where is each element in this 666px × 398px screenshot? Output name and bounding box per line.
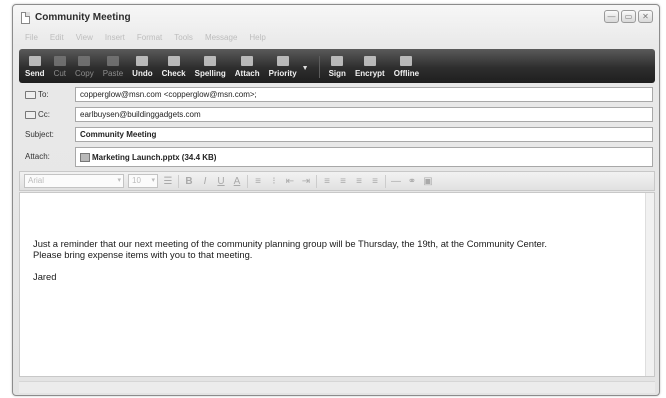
body-signoff: Jared xyxy=(33,271,57,282)
bullet-list-icon[interactable]: ⁝ xyxy=(268,176,280,187)
menu-edit[interactable]: Edit xyxy=(50,33,64,47)
priority-button[interactable]: Priority xyxy=(269,56,297,78)
cc-field[interactable]: earlbuysen@buildinggadgets.com xyxy=(75,107,653,122)
message-window: Community Meeting — ▭ ✕ File Edit View I… xyxy=(12,4,660,396)
format-separator xyxy=(247,174,248,188)
toolbar: Send Cut Copy Paste Undo Check Spelling xyxy=(19,49,655,83)
title-bar: Community Meeting — ▭ ✕ xyxy=(13,5,659,31)
menu-help[interactable]: Help xyxy=(249,33,265,47)
to-button[interactable]: To: xyxy=(25,90,49,99)
body-line-2: Please bring expense items with you to t… xyxy=(33,249,253,260)
powerpoint-file-icon xyxy=(80,153,90,162)
encrypt-icon xyxy=(363,56,376,66)
decrease-indent-icon[interactable]: ⇤ xyxy=(284,176,296,187)
format-separator xyxy=(385,174,386,188)
offline-button[interactable]: Offline xyxy=(394,56,419,78)
message-body[interactable]: Just a reminder that our next meeting of… xyxy=(19,192,655,377)
formatting-toolbar: Arial 10 ☰ B I U A ≡ ⁝ ⇤ ⇥ ≡ ≡ ≡ ≡ — ⚭ ▣ xyxy=(19,171,655,191)
window-title: Community Meeting xyxy=(35,12,131,23)
subject-field[interactable]: Community Meeting xyxy=(75,127,653,142)
toolbar-separator xyxy=(318,56,320,78)
status-bar xyxy=(19,381,655,393)
justify-icon[interactable]: ≡ xyxy=(369,176,381,187)
bold-button[interactable]: B xyxy=(183,176,195,187)
font-select[interactable]: Arial xyxy=(24,174,124,188)
sign-icon xyxy=(331,56,344,66)
close-button[interactable]: ✕ xyxy=(638,10,653,23)
maximize-button[interactable]: ▭ xyxy=(621,10,636,23)
attachment-name[interactable]: Marketing Launch.pptx (34.4 KB) xyxy=(92,153,216,162)
attach-label: Attach: xyxy=(25,152,50,161)
menu-bar: File Edit View Insert Format Tools Messa… xyxy=(17,33,266,47)
undo-icon xyxy=(136,56,149,66)
to-field[interactable]: copperglow@msn.com <copperglow@msn.com>; xyxy=(75,87,653,102)
paragraph-style-icon[interactable]: ☰ xyxy=(162,176,174,187)
send-icon xyxy=(28,56,41,66)
attachment-field[interactable]: Marketing Launch.pptx (34.4 KB) xyxy=(75,147,653,167)
menu-insert[interactable]: Insert xyxy=(105,33,125,47)
check-icon xyxy=(167,56,180,66)
insert-picture-icon[interactable]: ▣ xyxy=(422,176,434,187)
numbered-list-icon[interactable]: ≡ xyxy=(252,176,264,187)
align-center-icon[interactable]: ≡ xyxy=(337,176,349,187)
body-line-1: Just a reminder that our next meeting of… xyxy=(33,238,547,249)
format-separator xyxy=(178,174,179,188)
paste-button[interactable]: Paste xyxy=(103,56,123,78)
message-app-icon xyxy=(21,12,30,24)
attach-button[interactable]: Attach xyxy=(235,56,260,78)
subject-label: Subject: xyxy=(25,130,54,139)
undo-button[interactable]: Undo xyxy=(132,56,153,78)
cc-row: Cc: earlbuysen@buildinggadgets.com xyxy=(19,107,655,123)
spelling-icon xyxy=(204,56,217,66)
subject-row: Subject: Community Meeting xyxy=(19,127,655,143)
cc-button[interactable]: Cc: xyxy=(25,110,50,119)
offline-icon xyxy=(400,56,413,66)
align-right-icon[interactable]: ≡ xyxy=(353,176,365,187)
spelling-button[interactable]: Spelling xyxy=(195,56,226,78)
copy-icon xyxy=(78,56,91,66)
font-color-button[interactable]: A xyxy=(231,176,243,187)
paperclip-icon xyxy=(241,56,254,66)
priority-icon xyxy=(276,56,289,66)
hyperlink-icon[interactable]: ⚭ xyxy=(406,176,418,187)
menu-view[interactable]: View xyxy=(76,33,93,47)
font-size-select[interactable]: 10 xyxy=(128,174,158,188)
send-button[interactable]: Send xyxy=(25,56,45,78)
attach-row: Attach: Marketing Launch.pptx (34.4 KB) xyxy=(19,147,655,169)
address-book-icon xyxy=(25,110,36,119)
menu-tools[interactable]: Tools xyxy=(174,33,193,47)
encrypt-button[interactable]: Encrypt xyxy=(355,56,385,78)
copy-button[interactable]: Copy xyxy=(75,56,94,78)
to-row: To: copperglow@msn.com <copperglow@msn.c… xyxy=(19,87,655,103)
underline-button[interactable]: U xyxy=(215,176,227,187)
format-separator xyxy=(316,174,317,188)
increase-indent-icon[interactable]: ⇥ xyxy=(300,176,312,187)
align-left-icon[interactable]: ≡ xyxy=(321,176,333,187)
menu-message[interactable]: Message xyxy=(205,33,237,47)
window-controls: — ▭ ✕ xyxy=(604,10,653,23)
address-book-icon xyxy=(25,90,36,99)
horizontal-line-icon[interactable]: — xyxy=(390,176,402,187)
menu-format[interactable]: Format xyxy=(137,33,162,47)
paste-icon xyxy=(106,56,119,66)
menu-file[interactable]: File xyxy=(25,33,38,47)
italic-button[interactable]: I xyxy=(199,176,211,187)
sign-button[interactable]: Sign xyxy=(329,56,346,78)
minimize-button[interactable]: — xyxy=(604,10,619,23)
check-button[interactable]: Check xyxy=(162,56,186,78)
cut-button[interactable]: Cut xyxy=(54,56,66,78)
scissors-icon xyxy=(53,56,66,66)
body-scrollbar[interactable] xyxy=(645,193,654,376)
priority-dropdown-arrow-icon[interactable]: ▼ xyxy=(302,65,309,72)
